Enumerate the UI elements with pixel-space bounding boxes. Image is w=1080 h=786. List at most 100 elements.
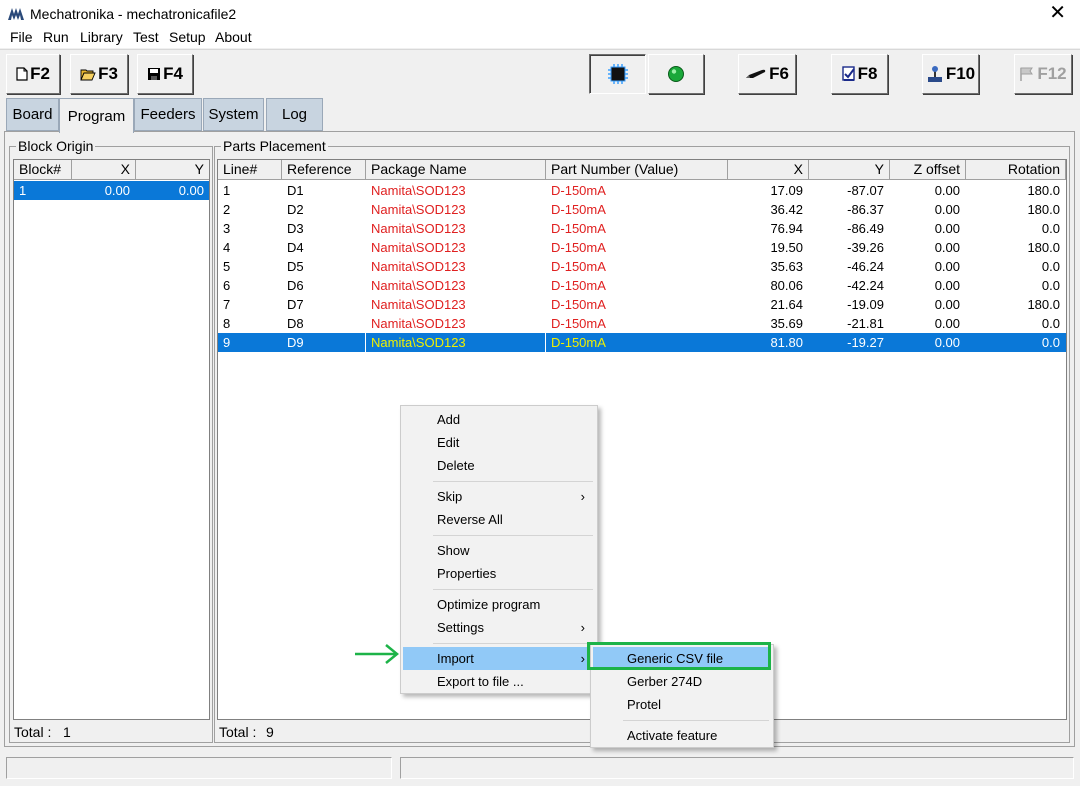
menu-file[interactable]: File xyxy=(10,29,33,45)
tab-feeders[interactable]: Feeders xyxy=(134,98,202,131)
col-line[interactable]: Line# xyxy=(218,160,282,180)
joystick-icon xyxy=(927,66,942,82)
menu-test[interactable]: Test xyxy=(133,29,159,45)
cell-pkg: Namita\SOD123 xyxy=(371,240,466,255)
parts-total-label: Total : xyxy=(219,724,257,740)
col-y[interactable]: Y xyxy=(809,160,890,180)
menu-item-gerber-274d[interactable]: Gerber 274D xyxy=(593,670,771,693)
table-row[interactable]: 5 D5 Namita\SOD123 D-150mA 35.63 -46.24 0.00 0.… xyxy=(218,257,1066,276)
f10-button[interactable]: F10 xyxy=(922,54,979,94)
menu-item-skip[interactable]: Skip › xyxy=(403,485,595,508)
status-led-button[interactable] xyxy=(648,54,704,94)
f6-button[interactable]: F6 xyxy=(738,54,796,94)
menu-about[interactable]: About xyxy=(215,29,252,45)
cell-ref: D4 xyxy=(287,240,304,255)
table-row[interactable]: 3 D3 Namita\SOD123 D-150mA 76.94 -86.49 0.00 0.… xyxy=(218,219,1066,238)
save-disk-icon xyxy=(148,68,161,80)
tab-log[interactable]: Log xyxy=(266,98,323,131)
cell-part: D-150mA xyxy=(551,240,606,255)
menu-item-activate-feature[interactable]: Activate feature xyxy=(593,724,771,747)
menu-item-protel[interactable]: Protel xyxy=(593,693,771,716)
status-pane-left xyxy=(6,757,392,779)
table-row[interactable]: 6 D6 Namita\SOD123 D-150mA 80.06 -42.24 0.00 0.… xyxy=(218,276,1066,295)
f3-open-button[interactable]: F3 xyxy=(70,54,128,94)
menu-bar: File Run Library Test Setup About xyxy=(0,28,1080,48)
col-x[interactable]: X xyxy=(72,160,136,180)
parts-placement-grid[interactable]: Line# Reference Package Name Part Number… xyxy=(217,159,1067,720)
menu-item-properties[interactable]: Properties xyxy=(403,562,595,585)
cell-y: -19.27 xyxy=(847,335,884,350)
menu-item-export-to-file[interactable]: Export to file ... xyxy=(403,670,595,693)
cell-ref: D5 xyxy=(287,259,304,274)
f8-button[interactable]: F8 xyxy=(831,54,888,94)
cell-z: 0.00 xyxy=(934,202,960,217)
cell-pkg: Namita\SOD123 xyxy=(371,278,466,293)
col-y[interactable]: Y xyxy=(136,160,209,180)
cell-z: 0.00 xyxy=(934,278,960,293)
table-row[interactable]: 8 D8 Namita\SOD123 D-150mA 35.69 -21.81 0.00 0.… xyxy=(218,314,1066,333)
f12-button[interactable]: F12 xyxy=(1014,54,1072,94)
menu-item-show[interactable]: Show xyxy=(403,539,595,562)
close-button[interactable]: ✕ xyxy=(1049,3,1066,23)
block-origin-grid[interactable]: Block# X Y 1 0.00 0.00 xyxy=(13,159,210,720)
chip-view-button[interactable] xyxy=(589,54,646,94)
col-reference[interactable]: Reference xyxy=(282,160,366,180)
block-total-label: Total : xyxy=(14,724,52,740)
status-bar xyxy=(0,754,1080,786)
menu-item-optimize-program[interactable]: Optimize program xyxy=(403,593,595,616)
cell-line: 8 xyxy=(223,316,231,331)
col-package-name[interactable]: Package Name xyxy=(366,160,546,180)
cell-pkg: Namita\SOD123 xyxy=(371,316,466,331)
tab-board[interactable]: Board xyxy=(6,98,59,131)
cell-pkg: Namita\SOD123 xyxy=(366,333,546,352)
f2-new-button[interactable]: F2 xyxy=(6,54,60,94)
menu-item-settings[interactable]: Settings › xyxy=(403,616,595,639)
cell-z: 0.00 xyxy=(934,297,960,312)
menu-item-add[interactable]: Add xyxy=(403,408,595,431)
menu-item-edit[interactable]: Edit xyxy=(403,431,595,454)
green-led-icon xyxy=(668,66,684,82)
cell-z: 0.00 xyxy=(934,221,960,236)
cell-line: 1 xyxy=(223,183,231,198)
col-rotation[interactable]: Rotation xyxy=(966,160,1066,180)
table-row[interactable]: 1 0.00 0.00 xyxy=(14,181,209,200)
cell-pkg: Namita\SOD123 xyxy=(371,297,466,312)
block-origin-title: Block Origin xyxy=(16,138,96,154)
menu-item-delete[interactable]: Delete xyxy=(403,454,595,477)
table-row[interactable]: 2 D2 Namita\SOD123 D-150mA 36.42 -86.37 0.00 18… xyxy=(218,200,1066,219)
menu-item-reverse-all[interactable]: Reverse All xyxy=(403,508,595,531)
col-x[interactable]: X xyxy=(728,160,809,180)
col-block[interactable]: Block# xyxy=(14,160,72,180)
cell-ref: D7 xyxy=(287,297,304,312)
cell-part: D-150mA xyxy=(551,278,606,293)
cell-line: 7 xyxy=(223,297,231,312)
status-pane-right xyxy=(400,757,1074,779)
menu-library[interactable]: Library xyxy=(80,29,123,45)
col-z-offset[interactable]: Z offset xyxy=(890,160,966,180)
tab-program[interactable]: Program xyxy=(59,98,134,133)
table-row[interactable]: 4 D4 Namita\SOD123 D-150mA 19.50 -39.26 0.00 18… xyxy=(218,238,1066,257)
table-row[interactable]: 7 D7 Namita\SOD123 D-150mA 21.64 -19.09 0.00 18… xyxy=(218,295,1066,314)
cell-ref: D2 xyxy=(287,202,304,217)
context-menu: Add Edit Delete Skip › Reverse All Show … xyxy=(400,405,598,694)
new-file-icon xyxy=(16,67,28,81)
menu-separator xyxy=(433,643,593,644)
cell-rot: 180.0 xyxy=(1027,240,1060,255)
menu-setup[interactable]: Setup xyxy=(169,29,206,45)
cell-line: 2 xyxy=(223,202,231,217)
cell-rot: 180.0 xyxy=(1027,297,1060,312)
col-part-number[interactable]: Part Number (Value) xyxy=(546,160,728,180)
cell-pkg: Namita\SOD123 xyxy=(371,259,466,274)
menu-run[interactable]: Run xyxy=(43,29,69,45)
toolbar: F2 F3 F4 F6 F8 F10 F12 xyxy=(0,49,1080,97)
menu-item-import[interactable]: Import › xyxy=(403,647,595,670)
cell-part: D-150mA xyxy=(551,316,606,331)
table-row[interactable]: 1 D1 Namita\SOD123 D-150mA 17.09 -87.07 0.00 18… xyxy=(218,181,1066,200)
cell-rot: 0.0 xyxy=(1041,259,1060,274)
menu-separator xyxy=(433,589,593,590)
f4-save-button[interactable]: F4 xyxy=(137,54,193,94)
cell-part: D-150mA xyxy=(551,259,606,274)
table-row[interactable]: 9 D9 Namita\SOD123 D-150mA 81.80 -19.27 0.00 0.… xyxy=(218,333,1066,352)
submenu-arrow-icon: › xyxy=(580,651,585,666)
tab-system[interactable]: System xyxy=(203,98,264,131)
